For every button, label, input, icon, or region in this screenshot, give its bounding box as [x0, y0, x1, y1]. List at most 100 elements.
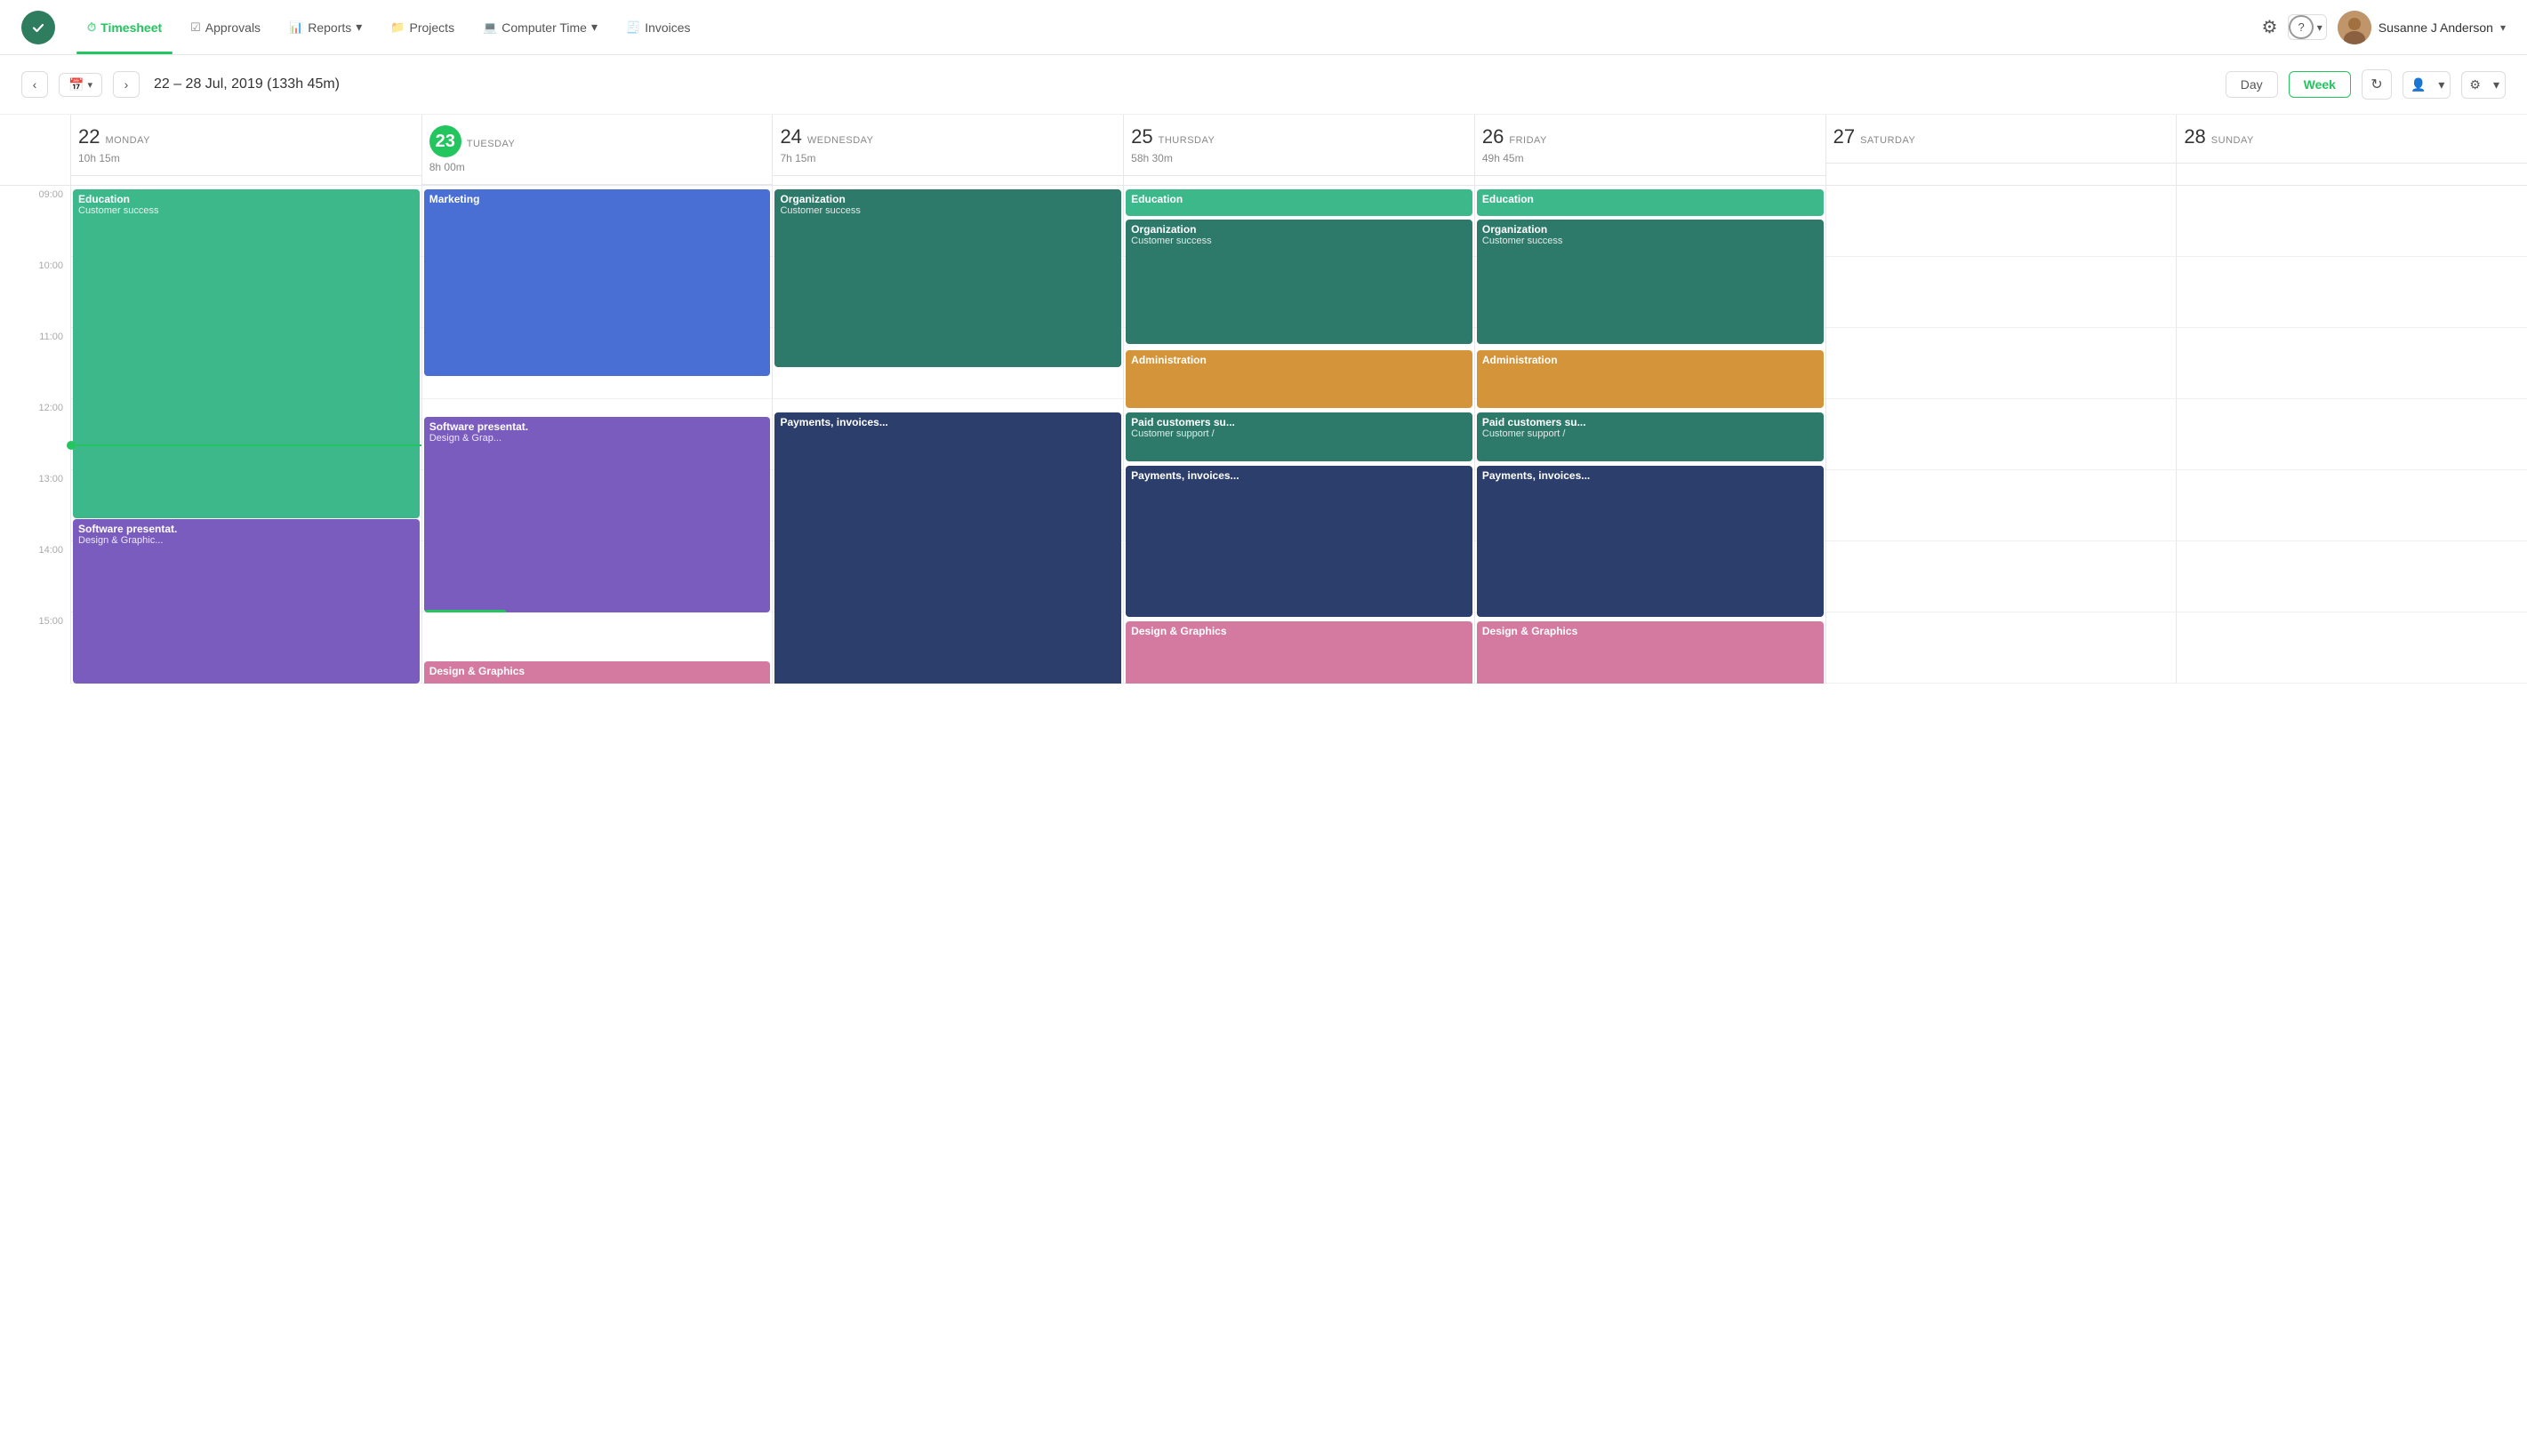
- day-view-button[interactable]: Day: [2226, 71, 2278, 98]
- event-fri-administration[interactable]: Administration: [1477, 350, 1824, 408]
- start-timer-badge[interactable]: START TIMER ▶: [424, 610, 507, 612]
- event-fri-paid[interactable]: Paid customers su... Customer support /: [1477, 412, 1824, 461]
- calendar: 22 MONDAY 10h 15m 23 TUESDAY 8h 00m 24 W…: [0, 115, 2527, 684]
- computer-time-icon: 💻: [483, 20, 497, 35]
- projects-icon: 📁: [390, 20, 405, 35]
- time-slot-12: 12:00: [0, 399, 70, 470]
- reports-chevron-icon: ▾: [356, 20, 362, 35]
- calendar-body: 09:00 10:00 11:00 12:00 13:00 14:00 15:0…: [0, 186, 2527, 684]
- settings-filter-button[interactable]: ⚙ ▾: [2461, 71, 2506, 99]
- day-name-thu: THURSDAY: [1159, 135, 1215, 146]
- events-col-wed[interactable]: Organization Customer success Payments, …: [773, 186, 1124, 684]
- event-mon-education[interactable]: Education Customer success: [73, 189, 420, 518]
- day-header-tue: 23 TUESDAY 8h 00m: [422, 115, 773, 185]
- event-thu-paid[interactable]: Paid customers su... Customer support /: [1126, 412, 1472, 461]
- nav-invoices[interactable]: 🧾 Invoices: [615, 17, 702, 38]
- day-col-tue: 23 TUESDAY 8h 00m: [422, 115, 774, 185]
- time-slot-13: 13:00: [0, 470, 70, 541]
- day-header-wed: 24 WEDNESDAY 7h 15m: [773, 115, 1123, 176]
- avatar-image: [2338, 11, 2371, 44]
- nav-projects[interactable]: 📁 Projects: [380, 17, 465, 38]
- event-fri-organization[interactable]: Organization Customer success: [1477, 220, 1824, 344]
- day-header-mon: 22 MONDAY 10h 15m: [71, 115, 421, 176]
- day-col-sat: 27 SATURDAY: [1826, 115, 2178, 185]
- time-column: 09:00 10:00 11:00 12:00 13:00 14:00 15:0…: [0, 186, 71, 684]
- event-tue-marketing[interactable]: Marketing: [424, 189, 771, 376]
- event-thu-design[interactable]: Design & Graphics: [1126, 621, 1472, 684]
- time-slot-14: 14:00: [0, 541, 70, 612]
- event-wed-payments[interactable]: Payments, invoices...: [774, 412, 1121, 684]
- settings-chevron-icon: ▾: [2488, 77, 2505, 92]
- day-name-sat: SATURDAY: [1860, 135, 1915, 146]
- nav-approvals[interactable]: ☑ Approvals: [180, 17, 271, 38]
- day-header-thu: 25 THURSDAY 58h 30m: [1124, 115, 1474, 176]
- events-col-tue[interactable]: Marketing Software presentat. Design & G…: [422, 186, 774, 684]
- day-total-thu: 58h 30m: [1131, 152, 1467, 164]
- help-button[interactable]: ? ▾: [2288, 14, 2326, 40]
- nav-right: ⚙ ? ▾ Susanne J Anderson ▾: [2262, 11, 2506, 44]
- event-fri-design[interactable]: Design & Graphics: [1477, 621, 1824, 684]
- day-total-mon: 10h 15m: [78, 152, 414, 164]
- nav-timesheet[interactable]: ⏱ Timesheet: [76, 17, 172, 38]
- calendar-header: 22 MONDAY 10h 15m 23 TUESDAY 8h 00m 24 W…: [0, 115, 2527, 186]
- person-icon: 👤: [2403, 72, 2433, 98]
- day-col-fri: 26 FRIDAY 49h 45m: [1475, 115, 1826, 185]
- day-name-mon: MONDAY: [105, 135, 149, 146]
- event-fri-payments[interactable]: Payments, invoices...: [1477, 466, 1824, 617]
- event-thu-organization[interactable]: Organization Customer success: [1126, 220, 1472, 344]
- help-chevron-icon: ▾: [2314, 21, 2326, 34]
- nav-computer-time[interactable]: 💻 Computer Time ▾: [472, 16, 608, 38]
- event-tue-software[interactable]: Software presentat. Design & Grap... STA…: [424, 417, 771, 612]
- settings-icon[interactable]: ⚙: [2262, 16, 2278, 38]
- refresh-button[interactable]: ↻: [2362, 69, 2392, 100]
- week-view-button[interactable]: Week: [2289, 71, 2351, 98]
- day-header-fri: 26 FRIDAY 49h 45m: [1475, 115, 1825, 176]
- day-total-tue: 8h 00m: [429, 161, 766, 173]
- user-profile[interactable]: Susanne J Anderson ▾: [2338, 11, 2506, 44]
- day-num-thu: 25: [1131, 125, 1152, 148]
- day-name-wed: WEDNESDAY: [807, 135, 874, 146]
- events-col-sat[interactable]: [1826, 186, 2178, 684]
- avatar: [2338, 11, 2371, 44]
- date-picker-button[interactable]: 📅 ▾: [59, 73, 102, 97]
- invoices-icon: 🧾: [626, 20, 640, 35]
- event-wed-organization[interactable]: Organization Customer success: [774, 189, 1121, 367]
- event-fri-education-top[interactable]: Education: [1477, 189, 1824, 216]
- event-thu-administration[interactable]: Administration: [1126, 350, 1472, 408]
- reports-icon: 📊: [289, 20, 303, 35]
- settings-cog-icon: ⚙: [2462, 72, 2488, 98]
- nav-reports[interactable]: 📊 Reports ▾: [278, 16, 373, 38]
- day-col-wed: 24 WEDNESDAY 7h 15m: [773, 115, 1124, 185]
- timesheet-icon: ⏱: [87, 20, 96, 35]
- next-week-button[interactable]: ›: [113, 71, 140, 98]
- day-header-sun: 28 SUNDAY: [2177, 115, 2527, 164]
- day-name-sun: SUNDAY: [2211, 135, 2254, 146]
- date-range-label: 22 – 28 Jul, 2019 (133h 45m): [154, 76, 340, 92]
- events-col-fri[interactable]: Education Organization Customer success …: [1475, 186, 1826, 684]
- event-thu-payments[interactable]: Payments, invoices...: [1126, 466, 1472, 617]
- help-icon: ?: [2289, 15, 2313, 39]
- time-slot-10: 10:00: [0, 257, 70, 328]
- app-logo[interactable]: [21, 11, 55, 44]
- event-tue-design[interactable]: Design & Graphics: [424, 661, 771, 684]
- day-col-sun: 28 SUNDAY: [2177, 115, 2527, 185]
- day-num-tue: 23: [429, 125, 461, 157]
- event-thu-education-top[interactable]: Education: [1126, 189, 1472, 216]
- calendar-icon: 📅: [68, 77, 84, 92]
- prev-week-button[interactable]: ‹: [21, 71, 48, 98]
- day-header-sat: 27 SATURDAY: [1826, 115, 2177, 164]
- day-name-tue: TUESDAY: [467, 139, 516, 149]
- event-mon-software1[interactable]: Software presentat. Design & Graphic...: [73, 519, 420, 684]
- calendar-chevron-icon: ▾: [87, 79, 92, 91]
- day-total-fri: 49h 45m: [1482, 152, 1818, 164]
- time-slot-15: 15:00: [0, 612, 70, 684]
- person-chevron-icon: ▾: [2433, 77, 2450, 92]
- events-col-thu[interactable]: Education Organization Customer success …: [1124, 186, 1475, 684]
- time-slot-11: 11:00: [0, 328, 70, 399]
- events-col-mon[interactable]: Education Customer success Software pres…: [71, 186, 422, 684]
- person-filter-button[interactable]: 👤 ▾: [2403, 71, 2451, 99]
- events-col-sun[interactable]: [2177, 186, 2527, 684]
- day-num-wed: 24: [780, 125, 801, 148]
- navbar: ⏱ Timesheet ☑ Approvals 📊 Reports ▾ 📁 Pr…: [0, 0, 2527, 55]
- approvals-icon: ☑: [190, 20, 201, 35]
